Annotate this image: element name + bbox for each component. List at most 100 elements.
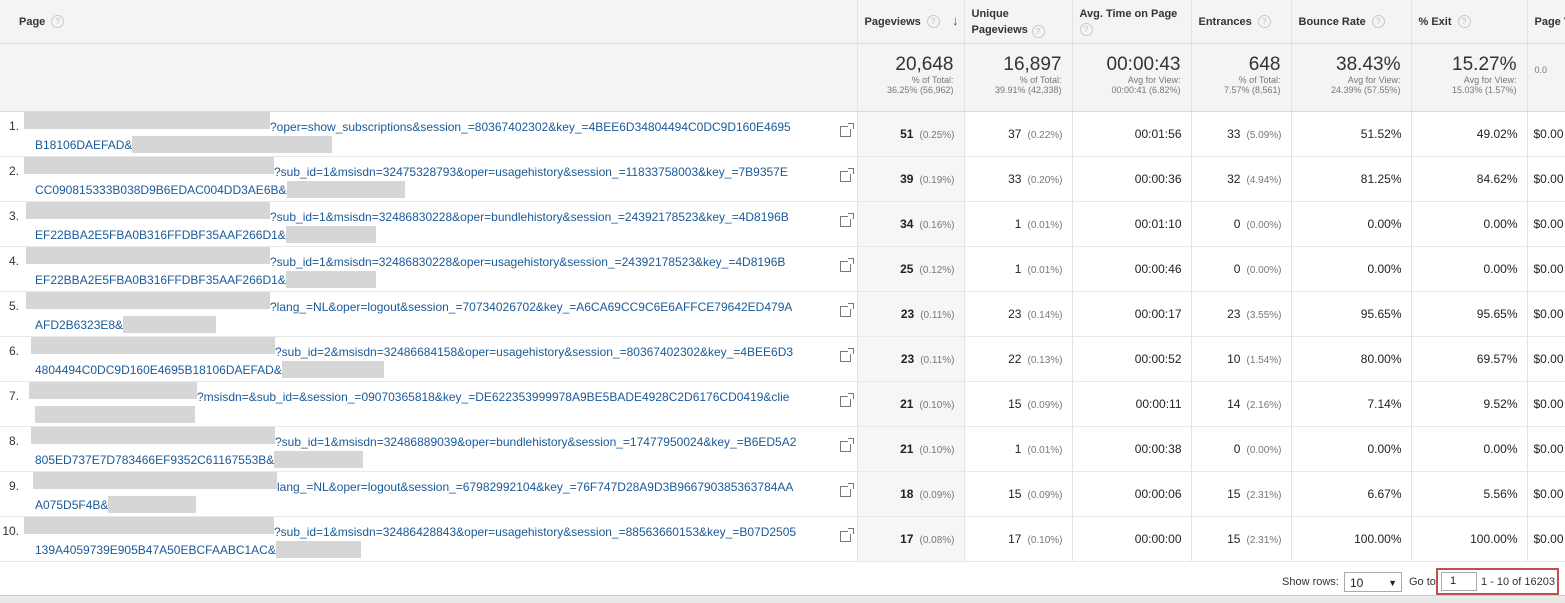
col-header-page[interactable]: Page?: [0, 0, 857, 44]
totals-avgtime: 00:00:43 Avg for View: 00:00:41 (6.82%): [1071, 43, 1191, 112]
pagevalue-cell: $0.00: [1526, 336, 1565, 382]
external-link-icon[interactable]: [839, 348, 854, 362]
col-header-unique-pageviews[interactable]: Unique Pageviews?: [963, 0, 1072, 44]
help-icon[interactable]: ?: [1257, 15, 1271, 29]
totals-exit: 15.27% Avg for View: 15.03% (1.57%): [1410, 43, 1527, 112]
external-link-icon[interactable]: [839, 213, 854, 227]
pagevalue-cell: $0.00: [1526, 246, 1565, 292]
page-link[interactable]: lang_=NL&oper=logout&session_=6798299210…: [277, 478, 857, 496]
rows-select[interactable]: 10 ▼: [1344, 572, 1402, 592]
bounce-cell: 0.00%: [1290, 201, 1411, 247]
page-cell: 6. ?sub_id=2&msisdn=32486684158&oper=usa…: [0, 336, 857, 382]
row-number: 2.: [8, 164, 19, 178]
external-link-icon[interactable]: [839, 123, 854, 137]
redacted-block: [285, 226, 376, 243]
bounce-cell: 0.00%: [1290, 426, 1411, 472]
entrances-cell: 0 (0.00%): [1190, 201, 1291, 247]
unique-cell: 23 (0.14%): [963, 291, 1072, 337]
pagevalue-cell: $0.00: [1526, 381, 1565, 427]
bounce-cell: 7.14%: [1290, 381, 1411, 427]
row-number: 6.: [8, 344, 19, 358]
page-link-continued[interactable]: CC090815333B038D9B6EDAC004DD3AE6B&: [35, 181, 833, 199]
external-link-icon[interactable]: [839, 483, 854, 497]
entrances-cell: 15 (2.31%): [1190, 471, 1291, 517]
pageviews-cell: 34 (0.16%): [856, 201, 964, 247]
pageviews-cell: 51 (0.25%): [856, 111, 964, 157]
help-icon[interactable]: ?: [1457, 15, 1471, 29]
entrances-cell: 0 (0.00%): [1190, 426, 1291, 472]
page-link-continued[interactable]: A075D5F4B&: [35, 496, 833, 514]
page-link-continued[interactable]: EF22BBA2E5FBA0B316FFDBF35AAF266D1&: [35, 271, 833, 289]
goto-input[interactable]: 1: [1441, 572, 1477, 591]
avgtime-cell: 00:00:52: [1071, 336, 1191, 382]
external-link-icon[interactable]: [839, 528, 854, 542]
col-header-avg-time[interactable]: Avg. Time on Page?: [1071, 0, 1191, 44]
exit-cell: 100.00%: [1410, 516, 1527, 562]
unique-cell: 22 (0.13%): [963, 336, 1072, 382]
help-icon[interactable]: ?: [926, 15, 940, 29]
unique-cell: 17 (0.10%): [963, 516, 1072, 562]
page-link[interactable]: ?sub_id=1&msisdn=32475328793&oper=usageh…: [274, 163, 857, 181]
avgtime-cell: 00:00:36: [1071, 156, 1191, 202]
avgtime-cell: 00:01:56: [1071, 111, 1191, 157]
report-table: Page? Pageviews? ↓ Unique Pageviews? Avg.…: [0, 0, 1565, 562]
row-number: 4.: [8, 254, 19, 268]
table-row: 1. ?oper=show_subscriptions&session_=803…: [0, 111, 1565, 157]
totals-page: [0, 43, 857, 112]
external-link-icon[interactable]: [839, 258, 854, 272]
page-cell: 8. ?sub_id=1&msisdn=32486889039&oper=bun…: [0, 426, 857, 472]
avgtime-cell: 00:00:06: [1071, 471, 1191, 517]
page-link[interactable]: ?oper=show_subscriptions&session_=803674…: [270, 118, 857, 136]
col-header-page-value[interactable]: Page V: [1526, 0, 1565, 44]
page-link[interactable]: ?sub_id=1&msisdn=32486830228&oper=usageh…: [270, 253, 857, 271]
pageviews-cell: 21 (0.10%): [856, 381, 964, 427]
page-link-continued[interactable]: 805ED737E7D783466EF9352C61167553B&: [35, 451, 833, 469]
page-link-continued[interactable]: B18106DAEFAD&: [35, 136, 833, 154]
page-link[interactable]: ?sub_id=1&msisdn=32486428843&oper=usageh…: [274, 523, 857, 541]
page-link[interactable]: ?sub_id=1&msisdn=32486889039&oper=bundle…: [275, 433, 857, 451]
pagevalue-cell: $0.00: [1526, 111, 1565, 157]
page-link[interactable]: ?sub_id=1&msisdn=32486830228&oper=bundle…: [270, 208, 857, 226]
table-row: 10. ?sub_id=1&msisdn=32486428843&oper=us…: [0, 516, 1565, 562]
external-link-icon[interactable]: [839, 303, 854, 317]
pageviews-cell: 25 (0.12%): [856, 246, 964, 292]
pagevalue-cell: $0.00: [1526, 291, 1565, 337]
entrances-cell: 23 (3.55%): [1190, 291, 1291, 337]
bounce-cell: 6.67%: [1290, 471, 1411, 517]
row-number: 9.: [8, 479, 19, 493]
page-link-continued[interactable]: AFD2B6323E8&: [35, 316, 833, 334]
help-icon[interactable]: ?: [1079, 23, 1093, 37]
bounce-cell: 0.00%: [1290, 246, 1411, 292]
help-icon[interactable]: ?: [1031, 24, 1045, 38]
page-link-continued[interactable]: EF22BBA2E5FBA0B316FFDBF35AAF266D1&: [35, 226, 833, 244]
page-link-continued[interactable]: 4804494C0DC9D160E4695B18106DAEFAD&: [35, 361, 833, 379]
page-cell: 5. ?lang_=NL&oper=logout&session_=707340…: [0, 291, 857, 337]
exit-cell: 0.00%: [1410, 201, 1527, 247]
header-row: Page? Pageviews? ↓ Unique Pageviews? Avg.…: [0, 0, 1565, 44]
table-row: 2. ?sub_id=1&msisdn=32475328793&oper=usa…: [0, 156, 1565, 202]
page-link[interactable]: ?lang_=NL&oper=logout&session_=707340267…: [270, 298, 857, 316]
page-link-continued[interactable]: 139A4059739E905B47A50EBCFAABC1AC&: [35, 541, 833, 559]
col-header-pageviews[interactable]: Pageviews? ↓: [856, 0, 964, 44]
redacted-block: [285, 271, 376, 288]
page-link[interactable]: ?sub_id=2&msisdn=32486684158&oper=usageh…: [275, 343, 857, 361]
unique-cell: 1 (0.01%): [963, 426, 1072, 472]
redacted-block: [35, 406, 195, 423]
table-row: 3. ?sub_id=1&msisdn=32486830228&oper=bun…: [0, 201, 1565, 247]
pageviews-cell: 39 (0.19%): [856, 156, 964, 202]
external-link-icon[interactable]: [839, 168, 854, 182]
sort-desc-icon[interactable]: ↓: [952, 13, 959, 29]
external-link-icon[interactable]: [839, 438, 854, 452]
row-number: 10.: [2, 524, 19, 538]
row-number: 3.: [8, 209, 19, 223]
help-icon[interactable]: ?: [51, 15, 65, 29]
row-number: 8.: [8, 434, 19, 448]
col-header-exit[interactable]: % Exit?: [1410, 0, 1527, 44]
external-link-icon[interactable]: [839, 393, 854, 407]
page-link[interactable]: ?msisdn=&sub_id=&session_=09070365818&ke…: [197, 388, 857, 406]
avgtime-cell: 00:01:10: [1071, 201, 1191, 247]
page-link-continued[interactable]: [35, 406, 833, 424]
help-icon[interactable]: ?: [1371, 15, 1385, 29]
col-header-entrances[interactable]: Entrances?: [1190, 0, 1291, 44]
col-header-bounce-rate[interactable]: Bounce Rate?: [1290, 0, 1411, 44]
